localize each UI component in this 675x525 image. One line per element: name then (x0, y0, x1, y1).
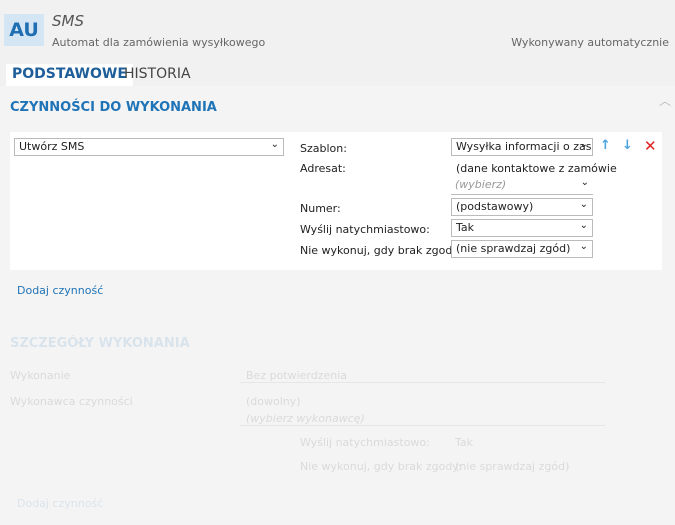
execution-mode-label: Wykonywany automatycznie (511, 36, 669, 49)
tab-podstawowe[interactable]: PODSTAWOWE (6, 64, 133, 86)
template-label: Szablon: (300, 142, 347, 155)
delete-icon[interactable]: ✕ (644, 137, 657, 155)
automat-badge: AU (4, 14, 44, 46)
no-consent-select[interactable]: (nie sprawdzaj zgód) ⌄ (451, 240, 593, 258)
chevron-down-icon: ⌄ (579, 199, 588, 210)
chevron-down-icon: ⌄ (579, 139, 588, 150)
no-consent-label: Nie wykonuj, gdy brak zgody: (300, 244, 462, 257)
number-select[interactable]: (podstawowy) ⌄ (451, 198, 593, 216)
chevron-down-icon: ⌄ (579, 241, 588, 252)
execution-label: Wykonanie (10, 369, 71, 382)
main-panel: CZYNNOŚCI DO WYKONANIA ︿ Utwórz SMS ⌄ Sz… (0, 86, 675, 525)
details-add-action-link[interactable]: Dodaj czynność (17, 497, 103, 510)
move-up-icon[interactable]: ↑ (600, 138, 611, 153)
details-section-title: SZCZEGÓŁY WYKONANIA (10, 336, 190, 351)
details-section: SZCZEGÓŁY WYKONANIA Wykonanie Bez potwie… (0, 322, 675, 525)
action-type-select[interactable]: Utwórz SMS ⌄ (14, 138, 284, 156)
executor-pick: (wybierz wykonawcę) (246, 412, 365, 425)
number-label: Numer: (300, 202, 341, 215)
recipient-pick: (wybierz) (455, 178, 507, 191)
page-title: SMS (52, 12, 84, 30)
recipient-label: Adresat: (300, 162, 346, 175)
move-down-icon[interactable]: ↓ (622, 138, 633, 153)
add-action-link[interactable]: Dodaj czynność (17, 284, 103, 297)
template-select[interactable]: Wysyłka informacji o zasa ⌄ (451, 138, 593, 156)
chevron-up-icon[interactable]: ︿ (659, 92, 671, 109)
chevron-down-icon: ⌄ (580, 177, 589, 188)
details-no-consent-label: Nie wykonuj, gdy brak zgody: (300, 460, 462, 473)
page-subtitle: Automat dla zamówienia wysyłkowego (52, 36, 266, 49)
header: AU SMS Automat dla zamówienia wysyłkoweg… (0, 0, 675, 62)
number-value: (podstawowy) (456, 200, 534, 213)
tab-historia[interactable]: HISTORIA (118, 64, 197, 86)
action-card: Utwórz SMS ⌄ Szablon: Wysyłka informacji… (10, 132, 662, 270)
no-consent-value: (nie sprawdzaj zgód) (456, 242, 571, 255)
recipient-value: (dane kontaktowe z zamówie (456, 162, 617, 175)
executor-value: (dowolny) (246, 395, 301, 408)
details-no-consent-value: (nie sprawdzaj zgód) (455, 460, 570, 473)
details-send-now-label: Wyślij natychmiastowo: (300, 436, 430, 449)
executor-label: Wykonawca czynności (10, 395, 133, 408)
recipient-select[interactable]: (wybierz) ⌄ (451, 177, 593, 195)
actions-section-title: CZYNNOŚCI DO WYKONANIA (10, 100, 217, 115)
execution-value: Bez potwierdzenia (246, 369, 348, 382)
send-now-select[interactable]: Tak ⌄ (451, 219, 593, 237)
send-now-label: Wyślij natychmiastowo: (300, 223, 430, 236)
details-send-now-value: Tak (455, 436, 474, 449)
chevron-down-icon: ⌄ (270, 139, 279, 150)
template-value: Wysyłka informacji o zasa (456, 140, 593, 153)
action-type-value: Utwórz SMS (19, 140, 85, 153)
chevron-down-icon: ⌄ (579, 220, 588, 231)
send-now-value: Tak (456, 221, 475, 234)
tab-bar: PODSTAWOWE HISTORIA (0, 64, 675, 86)
